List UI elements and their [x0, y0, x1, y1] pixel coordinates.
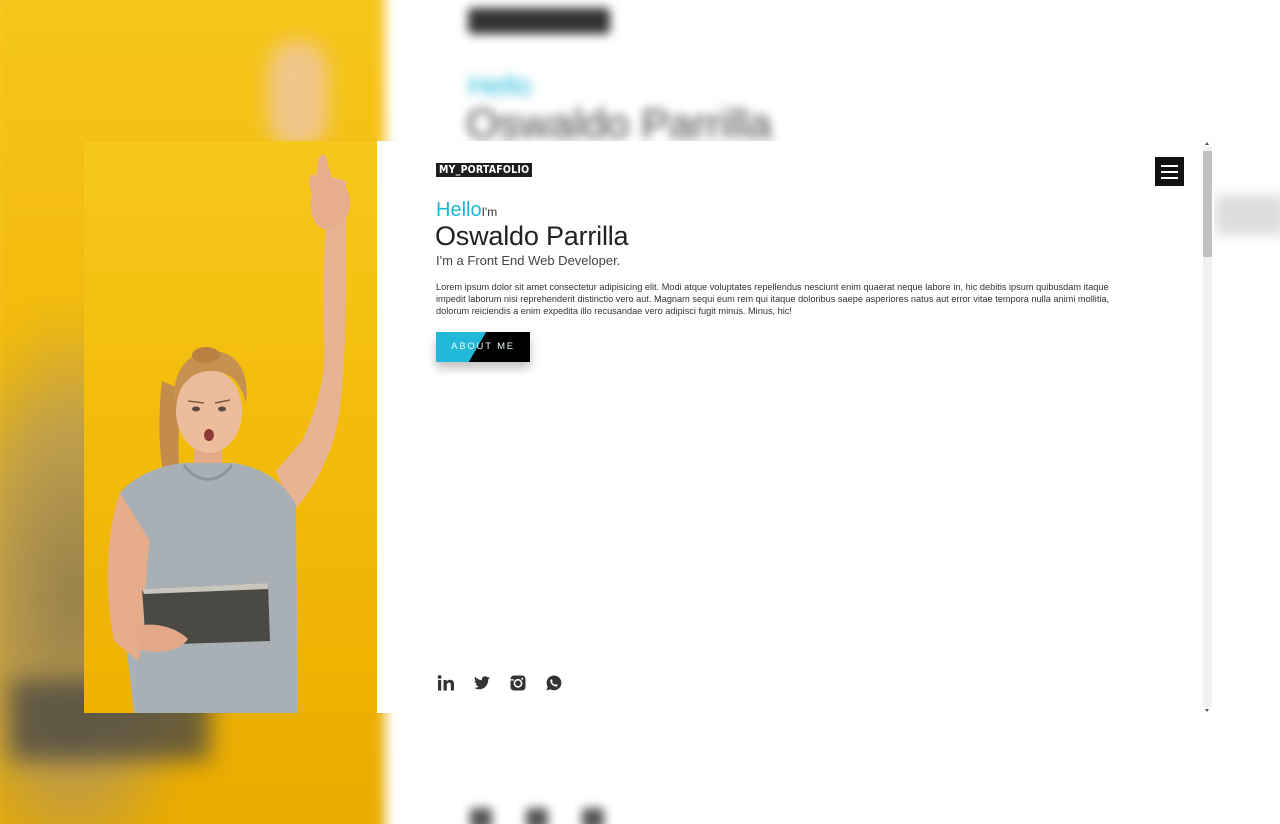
instagram-icon[interactable]: [508, 673, 528, 693]
hamburger-menu-button[interactable]: [1155, 157, 1184, 186]
vertical-scrollbar[interactable]: [1201, 141, 1214, 713]
hello-text: Hello: [436, 199, 482, 221]
whatsapp-icon[interactable]: [544, 673, 564, 693]
blurred-hello: Hello: [468, 70, 532, 101]
scroll-up-arrow-icon[interactable]: [1205, 142, 1209, 145]
social-links: [436, 673, 564, 693]
main-content: MY_PORTAFOLIO HelloI'm Oswaldo Parrilla …: [377, 141, 1201, 713]
tagline: I'm a Front End Web Developer.: [436, 253, 621, 268]
person-illustration: [107, 154, 350, 713]
about-me-button[interactable]: ABOUT ME: [436, 332, 530, 362]
greeting: HelloI'm: [436, 199, 497, 222]
page-title: Oswaldo Parrilla: [435, 221, 629, 251]
browser-window: MY_PORTAFOLIO HelloI'm Oswaldo Parrilla …: [84, 141, 1214, 713]
bio-paragraph: Lorem ipsum dolor sit amet consectetur a…: [436, 282, 1110, 316]
blurred-social-icons: [470, 808, 680, 824]
im-text: I'm: [481, 205, 498, 219]
scroll-thumb[interactable]: [1203, 151, 1212, 257]
linkedin-icon[interactable]: [436, 673, 456, 693]
blurred-brand: [468, 8, 610, 34]
blurred-right-block: [1215, 195, 1280, 235]
brand-logo[interactable]: MY_PORTAFOLIO: [436, 163, 533, 177]
twitter-icon[interactable]: [472, 673, 492, 693]
blurred-hand: [268, 40, 328, 150]
menu-line: [1161, 177, 1178, 179]
scroll-down-arrow-icon[interactable]: [1205, 709, 1209, 712]
hero-photo: [84, 141, 377, 713]
menu-line: [1161, 165, 1178, 167]
menu-line: [1161, 171, 1178, 173]
